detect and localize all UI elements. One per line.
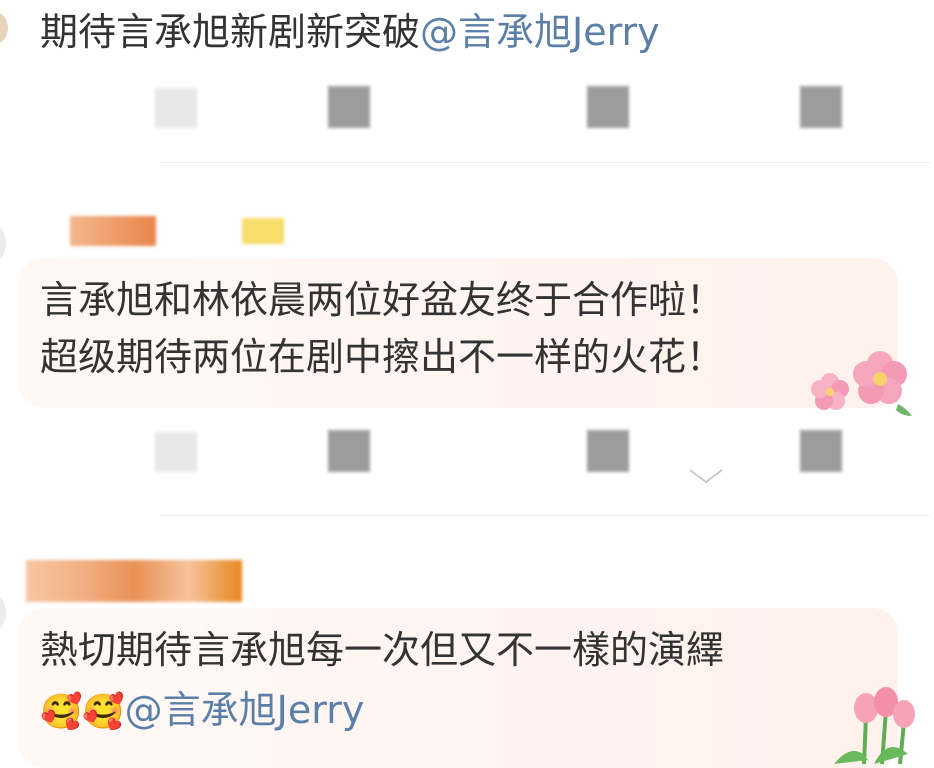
- avatar[interactable]: [0, 10, 8, 46]
- action-icon-repost[interactable]: [587, 430, 629, 472]
- action-icon-repost[interactable]: [587, 86, 629, 128]
- username[interactable]: [26, 560, 242, 602]
- tulip-icon: [834, 687, 915, 765]
- username[interactable]: [70, 216, 156, 246]
- comment-3-line-2: 🥰🥰@言承旭Jerry: [40, 686, 364, 736]
- user-badge: [242, 218, 284, 244]
- cherry-blossom-icon: [811, 351, 912, 416]
- action-icon-like[interactable]: [800, 86, 842, 128]
- comment-1-text: 期待言承旭新剧新突破: [40, 10, 421, 54]
- comment-2-line-2: 超级期待两位在剧中擦出不一样的火花！: [40, 335, 725, 379]
- action-icon-share[interactable]: [155, 88, 197, 128]
- action-icon-comment[interactable]: [328, 86, 370, 128]
- chevron-down-icon[interactable]: [686, 466, 726, 486]
- comment-2: 言承旭和林依晨两位好盆友终于合作啦！ 超级期待两位在剧中擦出不一样的火花！: [0, 170, 934, 520]
- mention-link[interactable]: @言承旭Jerry: [420, 10, 660, 54]
- avatar[interactable]: [0, 590, 6, 636]
- comment-1: 期待言承旭新剧新突破@言承旭Jerry: [0, 0, 934, 170]
- comment-3-line-1: 熱切期待言承旭每一次但又不一樣的演繹: [40, 628, 725, 672]
- mention-link[interactable]: @言承旭Jerry: [125, 688, 365, 732]
- divider: [160, 162, 930, 163]
- action-icon-like[interactable]: [800, 430, 842, 472]
- comment-3: 熱切期待言承旭每一次但又不一樣的演繹 🥰🥰@言承旭Jerry: [0, 520, 934, 768]
- comment-2-line-1: 言承旭和林依晨两位好盆友终于合作啦！: [40, 278, 725, 322]
- emoji-heart-hug-icon: 🥰🥰: [40, 692, 125, 732]
- action-icon-comment[interactable]: [328, 430, 370, 472]
- avatar[interactable]: [0, 220, 6, 266]
- divider: [160, 515, 930, 516]
- action-icon-share[interactable]: [155, 432, 197, 472]
- comment-1-body: 期待言承旭新剧新突破@言承旭Jerry: [40, 8, 660, 56]
